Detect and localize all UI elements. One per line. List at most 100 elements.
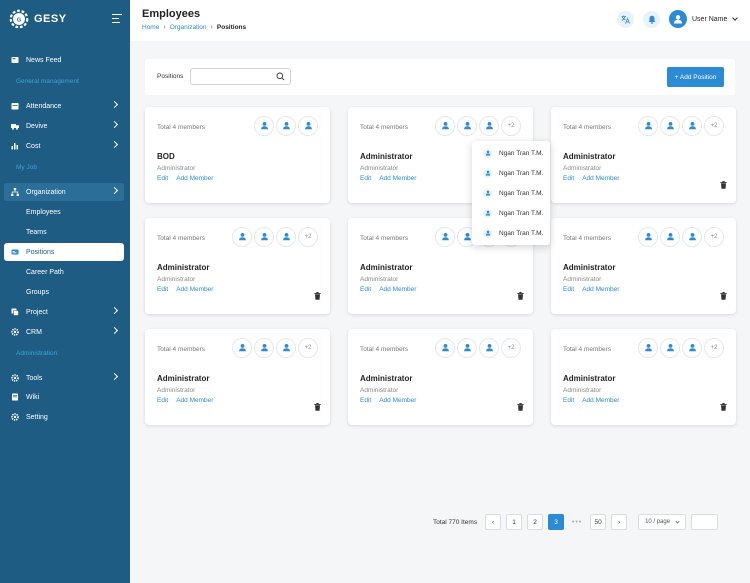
sidebar-item-organization[interactable]: Organization	[4, 183, 124, 201]
sidebar-item-crm[interactable]: CRM	[4, 323, 124, 341]
member-avatar[interactable]	[479, 338, 499, 358]
search-icon[interactable]	[276, 72, 285, 81]
trash-icon[interactable]	[720, 176, 727, 194]
member-avatar[interactable]	[254, 116, 274, 136]
pagination-page[interactable]: 50	[590, 514, 607, 530]
page-jump-input[interactable]	[691, 514, 719, 530]
sidebar-item-cost[interactable]: Cost	[4, 137, 124, 155]
add-member-link[interactable]: Add Member	[582, 286, 619, 293]
more-members-badge[interactable]: +2	[704, 338, 724, 358]
sidebar-item-teams[interactable]: Teams	[4, 223, 124, 241]
breadcrumb-home[interactable]: Home	[142, 24, 159, 31]
member-avatar[interactable]	[638, 227, 658, 247]
card-position-name: Administrator	[360, 263, 413, 272]
sidebar-item-tools[interactable]: Tools	[4, 369, 124, 387]
add-member-link[interactable]: Add Member	[582, 397, 619, 404]
sidebar-item-positions[interactable]: Positions	[4, 243, 124, 261]
sidebar-item-news-feed[interactable]: News Feed	[4, 51, 124, 69]
user-menu[interactable]: User Name	[669, 10, 739, 28]
member-avatar[interactable]	[435, 227, 455, 247]
more-members-badge[interactable]: +2	[501, 338, 521, 358]
member-avatar[interactable]	[276, 116, 296, 136]
sidebar-item-employees[interactable]: Employees	[4, 203, 124, 221]
member-avatar[interactable]	[435, 338, 455, 358]
member-avatar[interactable]	[479, 116, 499, 136]
sidebar-item-wiki[interactable]: Wiki	[4, 388, 124, 406]
member-avatar[interactable]	[232, 338, 252, 358]
add-member-link[interactable]: Add Member	[176, 286, 213, 293]
more-members-badge[interactable]: +2	[298, 227, 318, 247]
trash-icon[interactable]	[314, 398, 321, 416]
edit-link[interactable]: Edit	[563, 397, 574, 404]
add-member-link[interactable]: Add Member	[176, 175, 213, 182]
project-icon	[11, 308, 19, 316]
member-avatar[interactable]	[276, 338, 296, 358]
popup-member-item[interactable]: Ngan Tran T.M.	[483, 167, 543, 179]
more-members-badge[interactable]: +2	[298, 338, 318, 358]
translate-button[interactable]	[617, 11, 634, 28]
edit-link[interactable]: Edit	[157, 286, 168, 293]
add-member-link[interactable]: Add Member	[379, 286, 416, 293]
breadcrumb-organization[interactable]: Organization	[170, 24, 207, 31]
edit-link[interactable]: Edit	[563, 286, 574, 293]
card-avatar-group: +2	[435, 116, 521, 136]
member-avatar[interactable]	[435, 116, 455, 136]
sidebar-item-attendance[interactable]: Attendance	[4, 97, 124, 115]
position-search-input[interactable]	[190, 68, 291, 85]
member-avatar[interactable]	[682, 338, 702, 358]
member-avatar[interactable]	[298, 116, 318, 136]
page-size-select[interactable]: 10 / page	[638, 514, 687, 530]
pagination-next-button[interactable]: ›	[611, 514, 628, 530]
edit-link[interactable]: Edit	[157, 175, 168, 182]
member-avatar[interactable]	[457, 116, 477, 136]
add-member-link[interactable]: Add Member	[379, 175, 416, 182]
member-avatar[interactable]	[638, 338, 658, 358]
edit-link[interactable]: Edit	[360, 175, 371, 182]
trash-icon[interactable]	[517, 398, 524, 416]
edit-link[interactable]: Edit	[157, 397, 168, 404]
brand[interactable]: G GESY	[8, 7, 67, 31]
more-members-badge[interactable]: +2	[704, 116, 724, 136]
member-avatar[interactable]	[232, 227, 252, 247]
pagination-page[interactable]: 1	[506, 514, 523, 530]
edit-link[interactable]: Edit	[360, 397, 371, 404]
popup-member-item[interactable]: Ngan Tran T.M.	[483, 187, 543, 199]
user-icon	[463, 339, 472, 357]
add-member-link[interactable]: Add Member	[582, 175, 619, 182]
trash-icon[interactable]	[314, 287, 321, 305]
pagination-page[interactable]: 2	[527, 514, 544, 530]
add-member-link[interactable]: Add Member	[176, 397, 213, 404]
trash-icon[interactable]	[720, 287, 727, 305]
pagination-prev-button[interactable]: ‹	[485, 514, 502, 530]
member-avatar[interactable]	[682, 116, 702, 136]
member-avatar[interactable]	[660, 227, 680, 247]
sidebar-item-setting[interactable]: Setting	[4, 408, 124, 426]
pagination-page-current[interactable]: 3	[548, 514, 565, 530]
menu-toggle-icon[interactable]	[112, 14, 122, 23]
member-avatar[interactable]	[254, 338, 274, 358]
member-avatar[interactable]	[682, 227, 702, 247]
notification-button[interactable]	[643, 11, 660, 28]
more-members-badge[interactable]: +2	[704, 227, 724, 247]
trash-icon[interactable]	[517, 287, 524, 305]
member-avatar[interactable]	[638, 116, 658, 136]
member-avatar[interactable]	[276, 227, 296, 247]
edit-link[interactable]: Edit	[360, 286, 371, 293]
popup-member-item[interactable]: Ngan Tran T.M.	[483, 147, 543, 159]
add-member-link[interactable]: Add Member	[379, 397, 416, 404]
member-avatar[interactable]	[660, 116, 680, 136]
member-avatar[interactable]	[254, 227, 274, 247]
member-avatar[interactable]	[457, 338, 477, 358]
popup-member-item[interactable]: Ngan Tran T.M.	[483, 207, 543, 219]
more-members-badge[interactable]: +2	[501, 116, 521, 136]
sidebar-item-project[interactable]: Project	[4, 303, 124, 321]
edit-link[interactable]: Edit	[563, 175, 574, 182]
sidebar-item-career-path[interactable]: Career Path	[4, 263, 124, 281]
pagination-ellipsis[interactable]: •••	[569, 519, 585, 526]
sidebar-item-groups[interactable]: Groups	[4, 283, 124, 301]
trash-icon[interactable]	[720, 398, 727, 416]
add-position-button[interactable]: + Add Position	[667, 67, 724, 87]
member-avatar[interactable]	[660, 338, 680, 358]
sidebar-item-devive[interactable]: Devive	[4, 117, 124, 135]
popup-member-item[interactable]: Ngan Tran T.M.	[483, 227, 543, 239]
